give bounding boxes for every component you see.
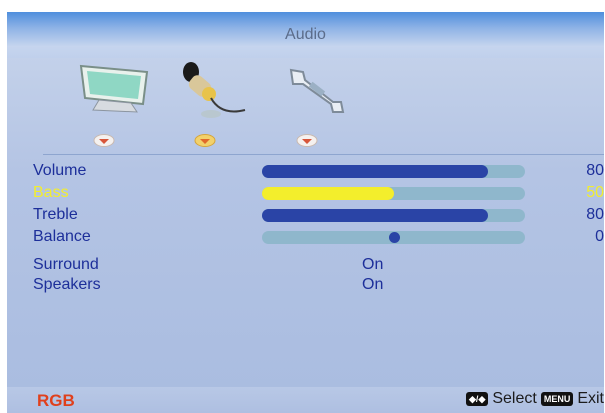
setting-value: On bbox=[362, 276, 384, 293]
slider-fill bbox=[262, 209, 489, 222]
setting-value: On bbox=[362, 256, 384, 273]
divider bbox=[43, 154, 604, 155]
tab-indicator-monitor bbox=[93, 134, 115, 147]
slider-fill bbox=[262, 187, 394, 200]
slider-track[interactable] bbox=[262, 187, 525, 200]
slider-track[interactable] bbox=[262, 209, 525, 222]
setting-row-surround[interactable]: Surround On bbox=[7, 256, 604, 275]
wrench-icon[interactable] bbox=[283, 62, 347, 118]
exit-hint-label: Exit bbox=[577, 390, 604, 407]
input-source-label: RGB bbox=[37, 391, 75, 410]
tab-indicator-audio bbox=[194, 134, 216, 147]
setting-row-balance[interactable]: Balance 0 bbox=[7, 228, 604, 247]
slider-fill bbox=[262, 165, 489, 178]
slider-track[interactable] bbox=[262, 165, 525, 178]
setting-label: Volume bbox=[33, 162, 87, 179]
setting-row-treble[interactable]: Treble 80 bbox=[7, 206, 604, 225]
setting-row-bass[interactable]: Bass 50 bbox=[7, 184, 604, 203]
slider-track[interactable] bbox=[262, 231, 525, 244]
key-hints: ◆/◆ Select MENU Exit bbox=[466, 390, 604, 408]
setting-value: 0 bbox=[595, 228, 604, 245]
title-bar: Audio bbox=[7, 12, 604, 58]
monitor-icon[interactable] bbox=[77, 60, 155, 116]
menu-key-icon: MENU bbox=[540, 392, 574, 406]
setting-label: Bass bbox=[33, 184, 69, 201]
setting-row-speakers[interactable]: Speakers On bbox=[7, 276, 604, 295]
setting-value: 80 bbox=[586, 206, 604, 223]
setting-label: Treble bbox=[33, 206, 78, 223]
menu-title: Audio bbox=[285, 26, 326, 43]
select-key-icon: ◆/◆ bbox=[466, 392, 489, 406]
setting-value: 50 bbox=[586, 184, 604, 201]
select-hint-label: Select bbox=[492, 390, 537, 407]
setting-label: Balance bbox=[33, 228, 91, 245]
setting-label: Speakers bbox=[33, 276, 101, 293]
footer-bar: RGB ◆/◆ Select MENU Exit bbox=[7, 387, 604, 413]
setting-label: Surround bbox=[33, 256, 99, 273]
tab-indicator-setup bbox=[296, 134, 318, 147]
microphone-icon[interactable] bbox=[175, 58, 247, 122]
setting-row-volume[interactable]: Volume 80 bbox=[7, 162, 604, 181]
osd-menu: Audio Volume 80 Bass 50 Treble 80 Balanc… bbox=[7, 12, 604, 413]
setting-value: 80 bbox=[586, 162, 604, 179]
balance-knob[interactable] bbox=[388, 232, 400, 243]
